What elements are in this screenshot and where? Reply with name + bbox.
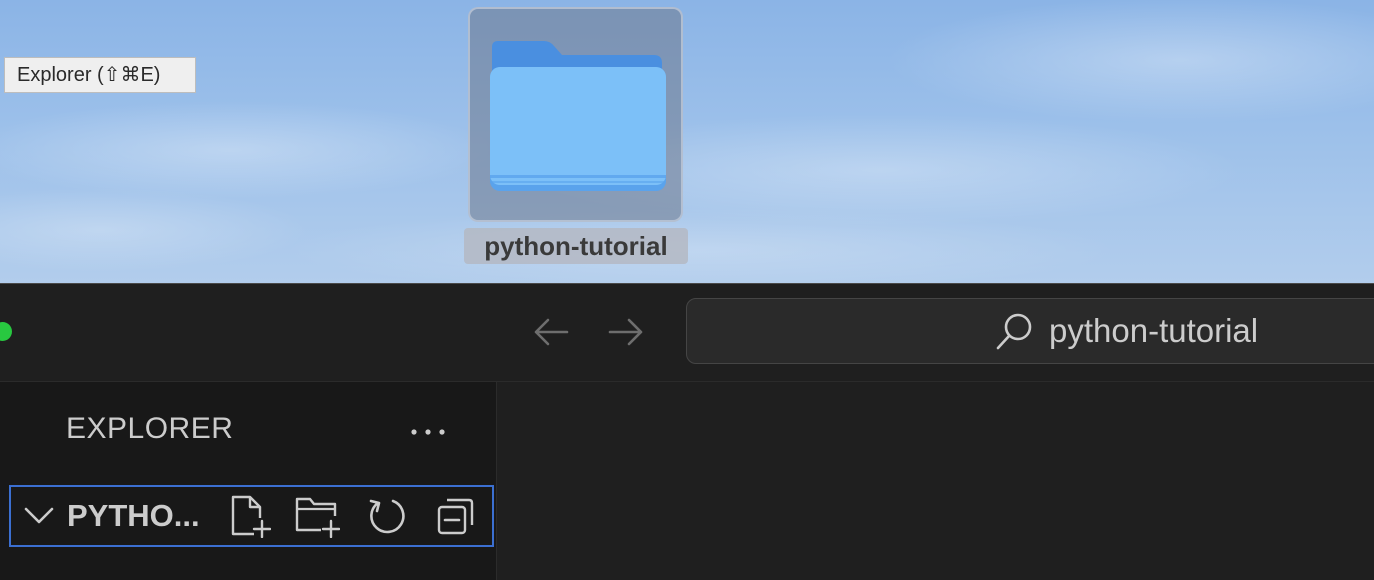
arrow-right-icon [608,318,643,346]
ellipsis-icon [411,429,445,435]
new-file-button[interactable] [226,493,272,539]
explorer-title: EXPLORER [66,412,234,445]
more-actions-button[interactable] [406,414,450,450]
forward-button[interactable] [604,312,648,352]
desktop-folder-label[interactable]: python-tutorial [464,228,688,264]
refresh-button[interactable] [364,493,410,539]
desktop-background: Explorer (⇧⌘E) python-tutorial [0,0,1374,284]
arrow-left-icon [534,318,569,346]
collapse-all-icon [437,498,474,535]
explorer-tooltip: Explorer (⇧⌘E) [4,57,196,93]
search-icon [996,313,1032,350]
explorer-sidebar: EXPLORER PYTHO... [8,382,497,580]
new-file-icon [231,495,271,538]
collapse-all-button[interactable] [433,493,479,539]
workspace-section-header[interactable]: PYTHO... [9,485,494,547]
folder-icon [490,41,666,191]
new-folder-icon [295,497,340,538]
command-center-search[interactable]: python-tutorial [686,298,1374,364]
search-text: python-tutorial [1049,312,1259,349]
new-folder-button[interactable] [294,493,340,539]
refresh-icon [369,499,405,534]
desktop-folder-tile[interactable] [468,7,683,222]
chevron-down-icon [24,507,54,524]
back-button[interactable] [529,312,573,352]
workspace-folder-title: PYTHO... [67,498,200,533]
editor-area [497,382,1374,580]
